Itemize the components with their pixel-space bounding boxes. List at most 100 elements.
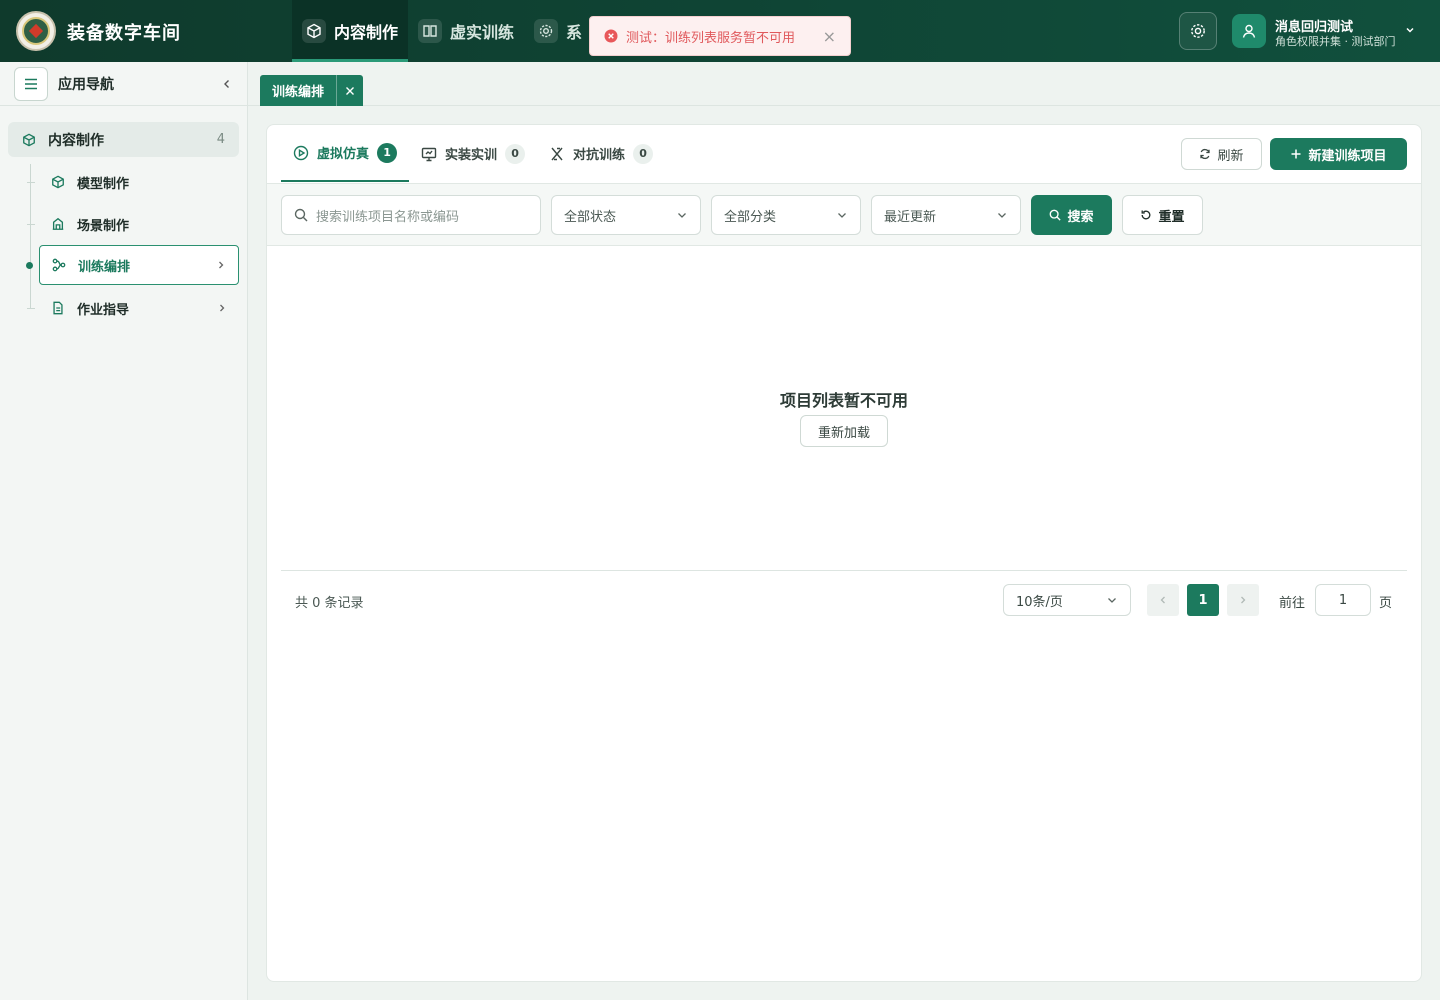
search-icon [294, 208, 308, 222]
tab-count-badge: 0 [505, 143, 526, 164]
topnav-content-creation[interactable]: 内容制作 [292, 0, 409, 62]
gear-icon [1189, 22, 1207, 40]
tab-label: 对抗训练 [573, 148, 626, 163]
chevron-down-icon [1106, 594, 1118, 606]
close-icon[interactable] [336, 75, 363, 106]
tab-adversarial-training[interactable]: 对抗训练 0 [537, 125, 665, 182]
tab-virtual-simulation[interactable]: 虚拟仿真 1 [281, 125, 410, 182]
status-select[interactable]: 全部状态 [551, 195, 701, 235]
building-icon [51, 217, 65, 231]
page-tab-strip: 训练编排 [248, 62, 1440, 106]
tab-count-badge: 1 [377, 142, 398, 163]
divider [281, 570, 1407, 571]
reload-button[interactable]: 重新加载 [800, 415, 888, 447]
sidebar-item-training-orchestration[interactable]: 训练编排 [39, 245, 239, 285]
sidebar: 应用导航 内容制作 4 模型制作 场景制作 训练编排 作业指导 [0, 62, 248, 1000]
tree-tick [27, 182, 35, 183]
hamburger-icon [24, 78, 38, 90]
goto-page-input[interactable]: 1 [1315, 584, 1371, 616]
user-icon [1241, 23, 1257, 39]
sidebar-item-work-guide[interactable]: 作业指导 [39, 288, 239, 328]
error-icon [604, 29, 618, 43]
next-page-button[interactable] [1227, 584, 1259, 616]
sidebar-item-label: 场景制作 [77, 218, 130, 234]
sidebar-item-model[interactable]: 模型制作 [39, 162, 239, 202]
top-nav: 内容制作 虚实训练 系 [292, 0, 592, 62]
monitor-icon [421, 146, 437, 162]
flow-icon [52, 258, 66, 272]
empty-state-title: 项目列表暂不可用 [779, 391, 908, 410]
new-training-button[interactable]: 新建训练项目 [1270, 138, 1407, 170]
refresh-icon [1199, 148, 1211, 160]
chevron-right-icon [216, 260, 226, 270]
status-select-value: 全部状态 [564, 209, 617, 225]
app-title: 装备数字车间 [67, 23, 181, 44]
category-select-value: 全部分类 [724, 209, 777, 225]
play-circle-icon [293, 145, 309, 161]
topnav-system[interactable]: 系 [524, 0, 592, 62]
prev-page-button[interactable] [1147, 584, 1179, 616]
plus-icon [1290, 148, 1302, 160]
page-number[interactable]: 1 [1187, 584, 1219, 616]
tab-live-training[interactable]: 实装实训 0 [409, 125, 537, 182]
tree-tick [27, 308, 35, 309]
reset-button[interactable]: 重置 [1122, 195, 1203, 235]
tab-label: 实装实训 [445, 148, 498, 163]
crossed-swords-icon [549, 146, 565, 162]
sort-select-value: 最近更新 [884, 209, 937, 225]
topnav-label: 内容制作 [334, 23, 399, 42]
page-size-select[interactable]: 10条/页 [1003, 584, 1131, 616]
chevron-left-icon[interactable] [221, 78, 233, 90]
search-input[interactable]: 搜索训练项目名称或编码 [281, 195, 541, 235]
page-unit-label: 页 [1379, 596, 1393, 611]
cube-icon [22, 133, 36, 147]
tab-count-badge: 0 [633, 143, 654, 164]
topnav-label: 系 [566, 23, 583, 42]
category-select[interactable]: 全部分类 [711, 195, 861, 235]
gear-icon [534, 19, 559, 43]
sort-select[interactable]: 最近更新 [871, 195, 1021, 235]
sidebar-item-label: 作业指导 [77, 302, 130, 318]
new-training-label: 新建训练项目 [1308, 148, 1387, 164]
search-button-label: 搜索 [1067, 209, 1094, 225]
page-tab-training[interactable]: 训练编排 [260, 75, 364, 106]
sidebar-item-label: 模型制作 [77, 176, 130, 192]
cube-icon [51, 175, 65, 189]
document-icon [51, 301, 65, 315]
menu-button[interactable] [14, 66, 48, 101]
content-tabs: 虚拟仿真 1 实装实训 0 对抗训练 0 [281, 125, 665, 182]
error-toast: 测试：训练列表服务暂不可用 × [589, 16, 851, 56]
search-button[interactable]: 搜索 [1031, 195, 1112, 235]
topnav-label: 虚实训练 [450, 23, 515, 42]
refresh-button[interactable]: 刷新 [1181, 138, 1262, 170]
sidebar-header: 应用导航 [0, 62, 247, 106]
chevron-down-icon [676, 209, 688, 221]
user-role: 角色权限并集 · 测试部门 [1275, 35, 1396, 48]
tree-tick [27, 224, 35, 225]
chevron-down-icon[interactable] [1404, 24, 1416, 36]
chevron-down-icon [836, 209, 848, 221]
toast-message: 测试：训练列表服务暂不可用 [626, 30, 796, 46]
sidebar-group-content[interactable]: 内容制作 4 [8, 122, 239, 157]
goto-label: 前往 [1279, 596, 1306, 611]
settings-button[interactable] [1179, 12, 1217, 50]
sidebar-item-label: 训练编排 [78, 259, 131, 275]
page-size-value: 10条/页 [1016, 594, 1063, 610]
tree-active-dot [26, 262, 33, 269]
chevron-right-icon [217, 303, 227, 313]
chevron-down-icon [996, 209, 1008, 221]
refresh-label: 刷新 [1217, 148, 1244, 164]
emblem-logo [16, 11, 56, 51]
topnav-virtual-training[interactable]: 虚实训练 [408, 0, 524, 62]
tree-line [30, 164, 31, 308]
sidebar-group-count: 4 [216, 132, 225, 147]
close-icon[interactable]: × [823, 27, 836, 46]
sidebar-item-scene[interactable]: 场景制作 [39, 204, 239, 244]
avatar[interactable] [1232, 14, 1266, 48]
sidebar-title: 应用导航 [58, 76, 114, 93]
reset-icon [1140, 209, 1152, 221]
filter-bar: 搜索训练项目名称或编码 全部状态 全部分类 最近更新 搜索 重置 [267, 183, 1421, 246]
main-card: 虚拟仿真 1 实装实训 0 对抗训练 0 刷新 新建训练项目 搜索训练项目名称或… [266, 124, 1422, 982]
search-icon [1049, 209, 1062, 221]
chevron-right-icon [1238, 595, 1248, 605]
